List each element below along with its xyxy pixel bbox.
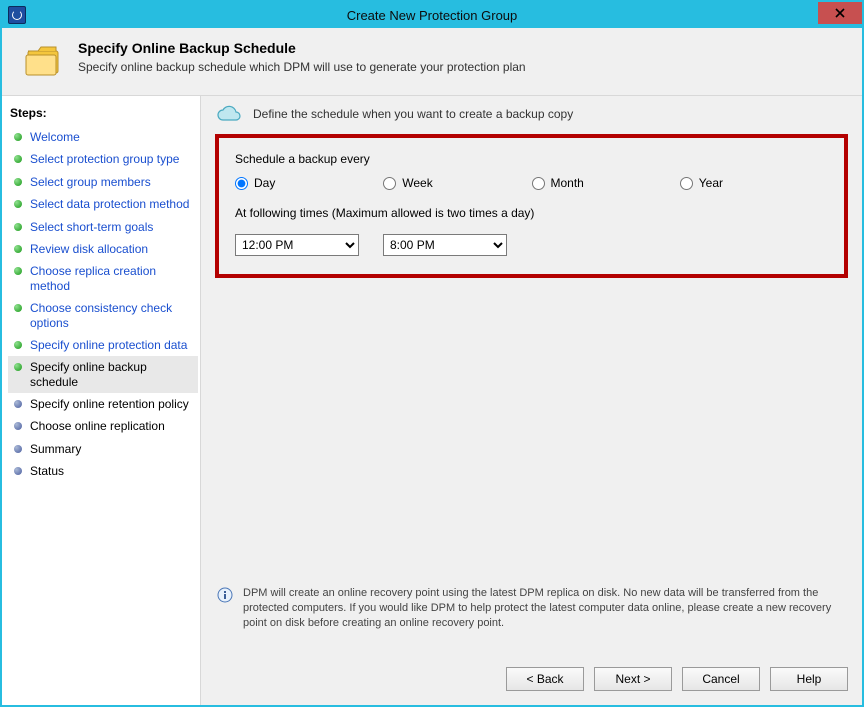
step-label[interactable]: Select short-term goals xyxy=(30,220,153,234)
steps-sidebar: Steps: Welcome Select protection group ty… xyxy=(2,96,201,705)
step-label[interactable]: Select data protection method xyxy=(30,197,189,211)
radio-month-label: Month xyxy=(551,176,584,190)
step-bullet-icon xyxy=(14,304,22,312)
sidebar-step-4[interactable]: Select short-term goals xyxy=(8,216,198,238)
sidebar-step-13: Status xyxy=(8,460,198,482)
step-label[interactable]: Choose consistency check options xyxy=(30,301,194,330)
sidebar-step-9: Specify online backup schedule xyxy=(8,356,198,393)
radio-week-input[interactable] xyxy=(383,177,396,190)
step-bullet-icon xyxy=(14,245,22,253)
radio-month[interactable]: Month xyxy=(532,176,680,190)
close-button[interactable] xyxy=(818,2,862,24)
titlebar: Create New Protection Group xyxy=(2,2,862,28)
frequency-radio-group: Day Week Month Year xyxy=(235,176,828,190)
step-label: Summary xyxy=(30,442,81,456)
sidebar-step-12: Summary xyxy=(8,438,198,460)
wizard-body: Steps: Welcome Select protection group ty… xyxy=(2,96,862,705)
close-icon xyxy=(835,8,845,18)
info-row: DPM will create an online recovery point… xyxy=(201,586,862,631)
sidebar-step-5[interactable]: Review disk allocation xyxy=(8,238,198,260)
hint-row: Define the schedule when you want to cre… xyxy=(201,96,862,134)
cloud-icon xyxy=(215,104,243,124)
step-label: Specify online retention policy xyxy=(30,397,189,411)
step-label: Status xyxy=(30,464,64,478)
radio-day[interactable]: Day xyxy=(235,176,383,190)
back-button[interactable]: < Back xyxy=(506,667,584,691)
step-bullet-icon xyxy=(14,422,22,430)
step-bullet-icon xyxy=(14,445,22,453)
step-label[interactable]: Review disk allocation xyxy=(30,242,148,256)
time-select-1[interactable]: 12:00 PM xyxy=(235,234,359,256)
step-label[interactable]: Choose replica creation method xyxy=(30,264,194,293)
step-bullet-icon xyxy=(14,363,22,371)
radio-month-input[interactable] xyxy=(532,177,545,190)
radio-week-label: Week xyxy=(402,176,432,190)
time-select-2[interactable]: 8:00 PM xyxy=(383,234,507,256)
app-icon xyxy=(8,6,26,24)
step-bullet-icon xyxy=(14,200,22,208)
window-title: Create New Protection Group xyxy=(2,8,862,23)
info-icon xyxy=(217,587,233,603)
steps-title: Steps: xyxy=(8,102,198,126)
sidebar-step-8[interactable]: Specify online protection data xyxy=(8,334,198,356)
sidebar-step-2[interactable]: Select group members xyxy=(8,171,198,193)
sidebar-step-7[interactable]: Choose consistency check options xyxy=(8,297,198,334)
sidebar-step-3[interactable]: Select data protection method xyxy=(8,193,198,215)
folder-icon xyxy=(24,42,64,79)
cancel-button[interactable]: Cancel xyxy=(682,667,760,691)
schedule-label: Schedule a backup every xyxy=(235,152,828,166)
schedule-box: Schedule a backup every Day Week Month xyxy=(215,134,848,278)
radio-year-input[interactable] xyxy=(680,177,693,190)
step-label[interactable]: Select group members xyxy=(30,175,151,189)
radio-year-label: Year xyxy=(699,176,723,190)
step-label: Specify online backup schedule xyxy=(30,360,194,389)
step-bullet-icon xyxy=(14,223,22,231)
help-button[interactable]: Help xyxy=(770,667,848,691)
step-label[interactable]: Select protection group type xyxy=(30,152,179,166)
wizard-content: Define the schedule when you want to cre… xyxy=(201,96,862,705)
page-subtitle: Specify online backup schedule which DPM… xyxy=(78,60,526,74)
step-bullet-icon xyxy=(14,155,22,163)
radio-day-label: Day xyxy=(254,176,275,190)
times-label: At following times (Maximum allowed is t… xyxy=(235,206,828,220)
radio-week[interactable]: Week xyxy=(383,176,531,190)
page-title: Specify Online Backup Schedule xyxy=(78,40,526,56)
button-bar: < Back Next > Cancel Help xyxy=(506,667,848,691)
step-bullet-icon xyxy=(14,341,22,349)
time-selectors: 12:00 PM 8:00 PM xyxy=(235,234,828,256)
wizard-window: Create New Protection Group Specify Onli… xyxy=(0,0,864,707)
sidebar-step-1[interactable]: Select protection group type xyxy=(8,148,198,170)
wizard-header: Specify Online Backup Schedule Specify o… xyxy=(2,28,862,96)
radio-year[interactable]: Year xyxy=(680,176,828,190)
step-label: Choose online replication xyxy=(30,419,165,433)
step-bullet-icon xyxy=(14,133,22,141)
radio-day-input[interactable] xyxy=(235,177,248,190)
step-label[interactable]: Specify online protection data xyxy=(30,338,187,352)
step-bullet-icon xyxy=(14,267,22,275)
step-bullet-icon xyxy=(14,467,22,475)
sidebar-step-10: Specify online retention policy xyxy=(8,393,198,415)
info-text: DPM will create an online recovery point… xyxy=(243,586,846,631)
hint-text: Define the schedule when you want to cre… xyxy=(253,107,573,121)
step-bullet-icon xyxy=(14,178,22,186)
sidebar-step-6[interactable]: Choose replica creation method xyxy=(8,260,198,297)
step-bullet-icon xyxy=(14,400,22,408)
step-label[interactable]: Welcome xyxy=(30,130,80,144)
next-button[interactable]: Next > xyxy=(594,667,672,691)
sidebar-step-11: Choose online replication xyxy=(8,415,198,437)
sidebar-step-0[interactable]: Welcome xyxy=(8,126,198,148)
